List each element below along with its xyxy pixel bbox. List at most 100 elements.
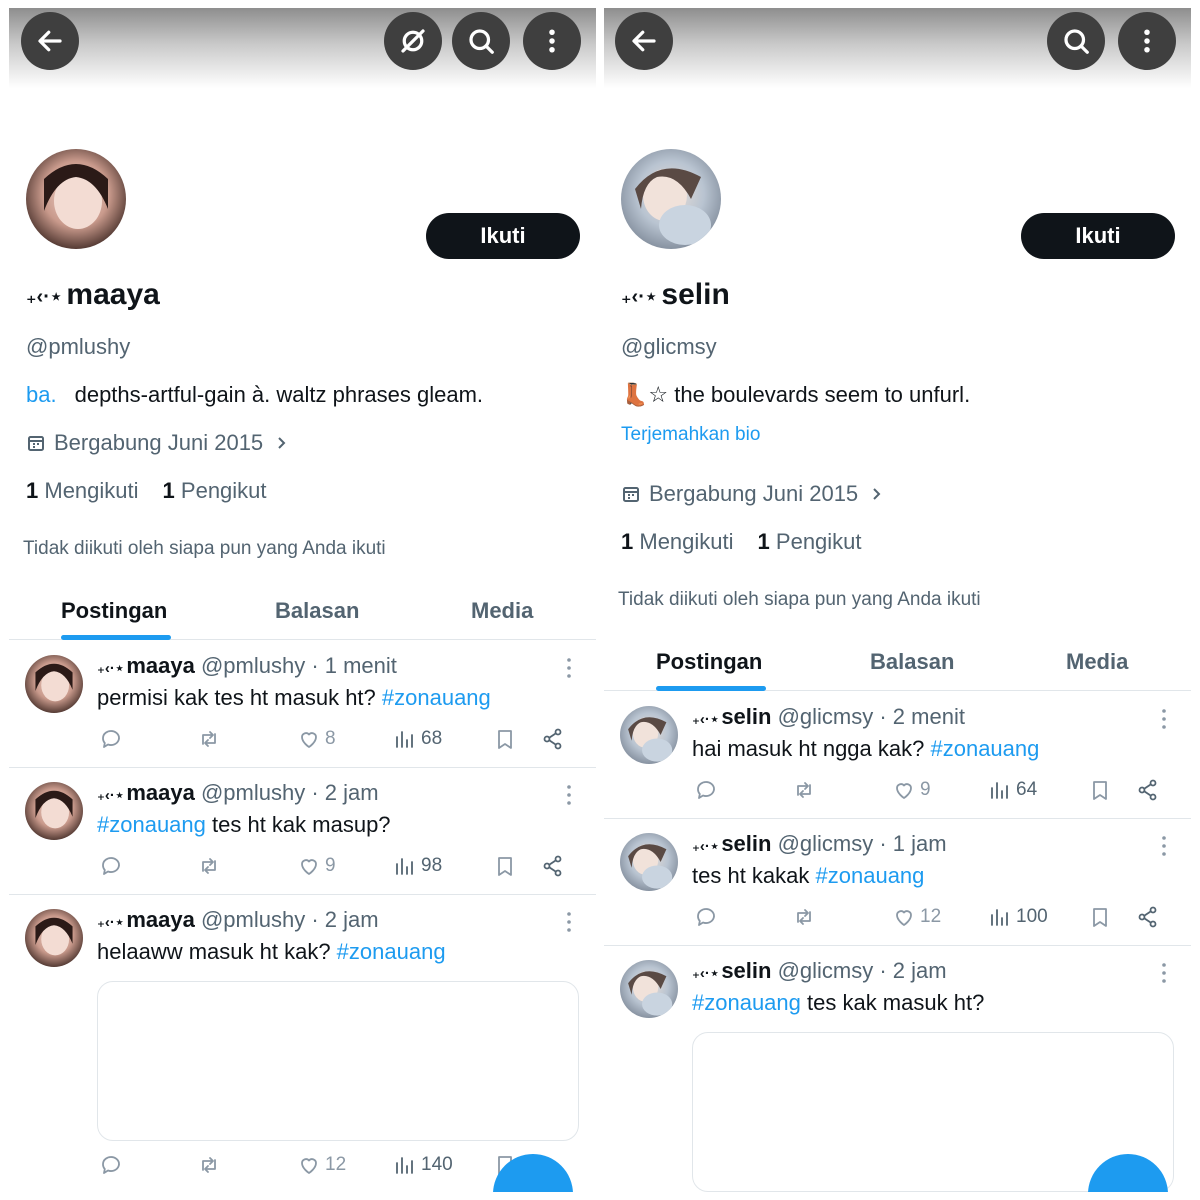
post-item[interactable]: ₊‹·⋆maaya @pmlushy · 1 menit permisi kak…: [9, 641, 596, 768]
repost-icon[interactable]: [197, 1153, 221, 1177]
follow-button[interactable]: Ikuti: [426, 213, 580, 259]
repost-icon[interactable]: [197, 727, 221, 751]
post-text: tes ht kakak #zonauang: [692, 863, 925, 888]
views-button[interactable]: 64: [988, 778, 1037, 802]
hashtag-link[interactable]: #zonauang: [816, 863, 925, 888]
hashtag-link[interactable]: #zonauang: [692, 990, 801, 1015]
chevron-right-icon: [278, 437, 286, 449]
repost-icon[interactable]: [792, 778, 816, 802]
following-link[interactable]: 1 Mengikuti: [26, 478, 139, 504]
back-arrow-icon[interactable]: [615, 12, 673, 70]
hashtag-link[interactable]: #zonauang: [930, 736, 1039, 761]
like-button[interactable]: 9: [892, 778, 931, 802]
post-avatar[interactable]: [620, 960, 678, 1018]
tab-postingan[interactable]: Postingan: [61, 598, 167, 624]
post-item[interactable]: ₊‹·⋆selin @glicmsy · 2 menit hai masuk h…: [604, 692, 1191, 819]
top-bar: [9, 8, 596, 88]
translate-bio-link[interactable]: Terjemahkan bio: [621, 424, 760, 446]
share-icon[interactable]: [1136, 778, 1160, 802]
bookmark-icon[interactable]: [493, 854, 517, 878]
avatar[interactable]: [621, 149, 721, 249]
grok-icon[interactable]: [384, 12, 442, 70]
reply-icon[interactable]: [99, 1153, 123, 1177]
followers-link[interactable]: 1 Pengikut: [758, 529, 862, 555]
post-actions: 12 100: [692, 905, 1172, 935]
post-more-icon[interactable]: [1161, 708, 1167, 730]
bio: 👢☆ the boulevards seem to unfurl.: [621, 382, 971, 407]
bookmark-icon[interactable]: [493, 727, 517, 751]
views-icon: [991, 909, 1008, 926]
views-button[interactable]: 68: [393, 727, 442, 751]
like-button[interactable]: 8: [297, 727, 336, 751]
post-item[interactable]: ₊‹·⋆maaya @pmlushy · 2 jam #zonauang tes…: [9, 768, 596, 895]
hashtag-link[interactable]: #zonauang: [337, 939, 446, 964]
bookmark-icon[interactable]: [1088, 778, 1112, 802]
heart-icon: [896, 910, 912, 926]
username-handle: @glicmsy: [621, 334, 717, 359]
bookmark-icon[interactable]: [1088, 905, 1112, 929]
share-icon[interactable]: [541, 854, 565, 878]
post-header: ₊‹·⋆maaya @pmlushy · 1 menit: [97, 653, 397, 678]
post-text: #zonauang tes kak masuk ht?: [692, 990, 985, 1015]
back-arrow-icon[interactable]: [21, 12, 79, 70]
reply-icon[interactable]: [694, 905, 718, 929]
post-media[interactable]: [97, 981, 579, 1141]
tab-balasan[interactable]: Balasan: [275, 598, 359, 624]
post-avatar[interactable]: [620, 833, 678, 891]
more-vertical-icon[interactable]: [523, 12, 581, 70]
tab-media[interactable]: Media: [471, 598, 533, 624]
tab-balasan[interactable]: Balasan: [870, 649, 954, 675]
calendar-icon: [623, 487, 639, 502]
avatar[interactable]: [26, 149, 126, 249]
following-link[interactable]: 1 Mengikuti: [621, 529, 734, 555]
share-icon[interactable]: [1136, 905, 1160, 929]
post-text: hai masuk ht ngga kak? #zonauang: [692, 736, 1040, 761]
display-name: ₊‹·⋆ maaya: [26, 278, 160, 311]
post-more-icon[interactable]: [566, 784, 572, 806]
post-actions: 9 64: [692, 778, 1172, 808]
bio-link[interactable]: ba.: [26, 382, 57, 407]
post-avatar[interactable]: [620, 706, 678, 764]
search-icon[interactable]: [1047, 12, 1105, 70]
share-icon[interactable]: [541, 727, 565, 751]
post-item[interactable]: ₊‹·⋆selin @glicmsy · 1 jam tes ht kakak …: [604, 819, 1191, 946]
post-more-icon[interactable]: [566, 657, 572, 679]
post-item[interactable]: ₊‹·⋆selin @glicmsy · 2 jam #zonauang tes…: [604, 946, 1191, 1192]
display-name: ₊‹·⋆ selin: [621, 278, 730, 311]
like-button[interactable]: 12: [297, 1153, 346, 1177]
views-icon: [396, 858, 413, 875]
post-avatar[interactable]: [25, 655, 83, 713]
followers-link[interactable]: 1 Pengikut: [163, 478, 267, 504]
reply-icon[interactable]: [99, 854, 123, 878]
tab-postingan[interactable]: Postingan: [656, 649, 762, 675]
post-more-icon[interactable]: [566, 911, 572, 933]
like-button[interactable]: 12: [892, 905, 941, 929]
follow-button[interactable]: Ikuti: [1021, 213, 1175, 259]
post-actions: 8 68: [97, 727, 577, 757]
post-text: permisi kak tes ht masuk ht? #zonauang: [97, 685, 491, 710]
follow-counts: 1 Mengikuti 1 Pengikut: [621, 529, 862, 555]
more-vertical-icon[interactable]: [1118, 12, 1176, 70]
post-avatar[interactable]: [25, 909, 83, 967]
repost-icon[interactable]: [197, 854, 221, 878]
hashtag-link[interactable]: #zonauang: [382, 685, 491, 710]
reply-icon[interactable]: [694, 778, 718, 802]
post-more-icon[interactable]: [1161, 962, 1167, 984]
views-button[interactable]: 140: [393, 1153, 453, 1177]
post-avatar[interactable]: [25, 782, 83, 840]
post-more-icon[interactable]: [1161, 835, 1167, 857]
search-icon[interactable]: [452, 12, 510, 70]
profile-tabs: Postingan Balasan Media: [604, 641, 1191, 691]
profile-panel-maaya: Ikuti ₊‹·⋆ maaya @pmlushy ba. depths-artfu…: [9, 8, 596, 1192]
reply-icon[interactable]: [99, 727, 123, 751]
views-button[interactable]: 98: [393, 854, 442, 878]
views-button[interactable]: 100: [988, 905, 1048, 929]
heart-icon: [301, 859, 317, 875]
hashtag-link[interactable]: #zonauang: [97, 812, 206, 837]
post-header: ₊‹·⋆selin @glicmsy · 1 jam: [692, 831, 947, 856]
like-button[interactable]: 9: [297, 854, 336, 878]
repost-icon[interactable]: [792, 905, 816, 929]
post-item[interactable]: ₊‹·⋆maaya @pmlushy · 2 jam helaaww masuk…: [9, 895, 596, 1192]
tab-media[interactable]: Media: [1066, 649, 1128, 675]
post-text: #zonauang tes ht kak masup?: [97, 812, 391, 837]
